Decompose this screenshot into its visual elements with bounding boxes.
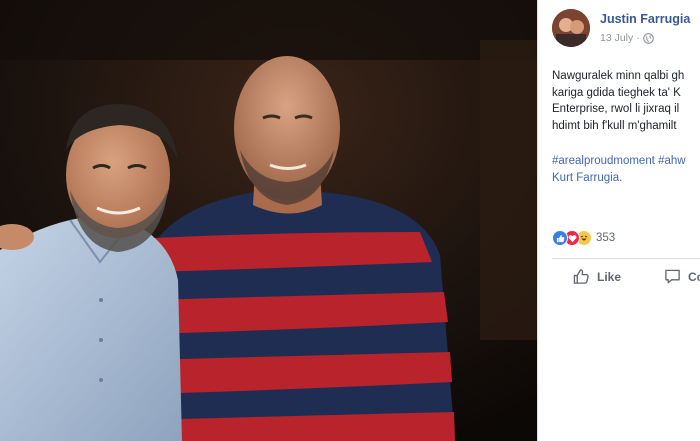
globe-icon bbox=[642, 32, 654, 44]
thumbs-up-icon bbox=[573, 269, 589, 284]
post-sidebar: Justin Farrugia 13 July · Nawguralek min… bbox=[537, 0, 700, 441]
actions-divider bbox=[552, 258, 700, 259]
hashtag-link[interactable]: #arealproudmoment #ahw bbox=[552, 153, 700, 170]
meta-separator: · bbox=[636, 32, 640, 44]
photo-illustration bbox=[0, 0, 537, 441]
post-text-line: Enterprise, rwol li jixraq il bbox=[552, 103, 680, 115]
avatar-image bbox=[552, 9, 590, 47]
like-reaction-icon bbox=[552, 230, 568, 246]
post-text: Nawguralek minn qalbi gh kariga gdida ti… bbox=[552, 68, 700, 134]
like-button-label: Like bbox=[597, 269, 622, 284]
like-button[interactable]: Like bbox=[573, 268, 621, 285]
post-text-line: kariga gdida tieghek ta' K bbox=[552, 86, 681, 99]
post-date[interactable]: 13 July bbox=[600, 32, 633, 44]
reactions-summary[interactable]: 353 bbox=[552, 229, 615, 247]
comment-icon bbox=[665, 269, 680, 284]
photo-viewer: Justin Farrugia 13 July · Nawguralek min… bbox=[0, 0, 700, 441]
post-text-line: hdimt bih f'kull m'ghamilt bbox=[552, 119, 677, 132]
author-avatar[interactable] bbox=[552, 9, 590, 47]
comment-button-label: Co bbox=[688, 269, 700, 284]
comment-button[interactable]: Co bbox=[664, 268, 700, 285]
post-text-line: Nawguralek minn qalbi gh bbox=[552, 70, 685, 82]
post-photo[interactable] bbox=[0, 0, 537, 441]
hashtags: #arealproudmoment #ahw Kurt Farrugia. bbox=[552, 153, 700, 187]
tagged-person-link[interactable]: Kurt Farrugia. bbox=[552, 170, 700, 187]
post-header: Justin Farrugia 13 July · bbox=[552, 9, 700, 49]
reaction-count[interactable]: 353 bbox=[596, 232, 615, 244]
post-meta: 13 July · bbox=[600, 32, 654, 44]
author-name-link[interactable]: Justin Farrugia bbox=[600, 12, 690, 26]
post-actions: Like Co bbox=[538, 264, 700, 294]
